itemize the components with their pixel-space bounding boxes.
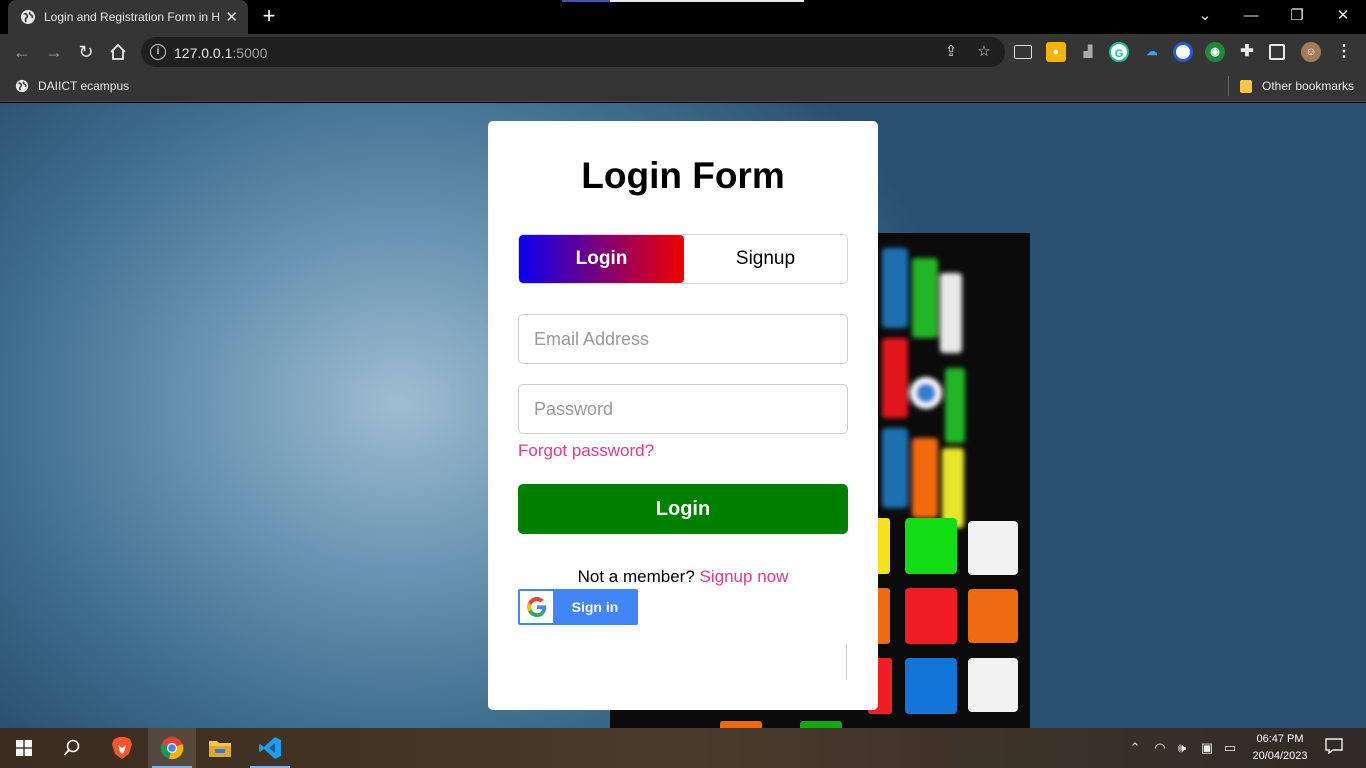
android-extension-icon[interactable]: ◉	[1205, 42, 1225, 62]
clock-date: 20/04/2023	[1252, 750, 1308, 762]
other-bookmarks-label: Other bookmarks	[1262, 79, 1355, 93]
stats-extension-icon[interactable]: ▟	[1078, 42, 1098, 62]
bookmark-daiict[interactable]: DAIICT ecampus	[15, 76, 129, 96]
minimize-button[interactable]: —	[1237, 4, 1265, 28]
windows-logo-icon	[16, 740, 32, 756]
forgot-password-link[interactable]: Forgot password?	[518, 441, 654, 461]
menu-kebab-icon[interactable]: ⋮	[1334, 42, 1354, 62]
tab-strip: Login and Registration Form in H ✕ + ⌄ —…	[0, 0, 1366, 34]
window-drag-region	[562, 0, 804, 2]
signup-prompt: Not a member? Signup now	[488, 567, 878, 587]
clock-time: 06:47 PM	[1256, 733, 1304, 745]
globe-icon	[21, 10, 35, 24]
windows-start-button[interactable]	[0, 728, 48, 768]
home-icon	[110, 43, 126, 60]
email-field[interactable]	[518, 314, 848, 364]
address-bar[interactable]: i 127.0.0.1:5000 ⇪ ☆	[141, 37, 1005, 67]
file-explorer-app[interactable]	[196, 728, 244, 768]
url-text[interactable]: 127.0.0.1:5000	[174, 45, 267, 61]
new-tab-button[interactable]: +	[258, 5, 280, 28]
bookmark-label: DAIICT ecampus	[38, 79, 130, 93]
folder-icon	[1240, 79, 1252, 93]
page-title: Login Form	[581, 155, 785, 196]
bookmarks-separator	[1228, 76, 1229, 96]
chrome-icon	[160, 737, 184, 760]
meet-now-icon[interactable]: ▣	[1198, 738, 1216, 758]
search-button[interactable]	[48, 728, 96, 768]
side-panel-icon[interactable]	[1269, 44, 1285, 60]
google-signin-label: Sign in	[571, 599, 619, 615]
google-logo-icon	[520, 591, 553, 623]
profile-avatar[interactable]: ☺	[1301, 42, 1321, 62]
cloud-extension-icon[interactable]: ☁	[1142, 42, 1162, 62]
login-card: Login Form Login Signup Forgot password?…	[488, 121, 878, 710]
grammarly-icon[interactable]: G	[1109, 42, 1129, 62]
share-icon[interactable]: ⇪	[942, 43, 960, 61]
vscode-icon	[259, 737, 281, 759]
keep-extension-icon[interactable]: ●	[1046, 42, 1066, 62]
tab-login[interactable]: Login	[519, 235, 684, 283]
bookmark-star-icon[interactable]: ☆	[975, 43, 993, 61]
wifi-icon[interactable]: ◠	[1151, 738, 1169, 758]
system-clock[interactable]: 06:47 PM 20/04/2023	[1240, 731, 1320, 765]
page-background: Login Form Login Signup Forgot password?…	[0, 103, 1366, 728]
google-signin-button[interactable]: Sign in	[518, 589, 638, 625]
restore-button[interactable]: ❐	[1283, 4, 1311, 28]
password-field[interactable]	[518, 384, 848, 434]
other-bookmarks-button[interactable]: Other bookmarks	[1240, 76, 1354, 96]
close-tab-icon[interactable]: ✕	[225, 10, 238, 25]
site-info-icon[interactable]: i	[150, 44, 166, 60]
not-member-text: Not a member?	[577, 567, 695, 586]
form-toggle: Login Signup	[518, 234, 848, 284]
close-window-button[interactable]: ✕	[1329, 4, 1357, 28]
reload-button[interactable]: ↻	[74, 40, 98, 64]
target-extension-icon[interactable]	[1173, 42, 1193, 62]
search-icon	[63, 739, 80, 756]
tab-title: Login and Registration Form in H	[44, 10, 220, 24]
folder-icon	[209, 741, 231, 757]
tab-signup[interactable]: Signup	[683, 235, 847, 283]
tab-search-icon[interactable]: ⌄	[1191, 4, 1219, 28]
globe-icon	[15, 79, 29, 93]
battery-icon[interactable]: ▭	[1221, 738, 1239, 758]
notifications-icon[interactable]	[1324, 738, 1344, 758]
signup-now-link[interactable]: Signup now	[700, 567, 789, 586]
brave-app[interactable]	[98, 728, 146, 768]
extensions-puzzle-icon[interactable]: ✚	[1237, 42, 1257, 62]
forward-button[interactable]: →	[42, 40, 66, 64]
bookmarks-bar: DAIICT ecampus Other bookmarks	[0, 70, 1366, 102]
chrome-app[interactable]	[148, 728, 196, 768]
back-button[interactable]: ←	[10, 40, 34, 64]
reading-mode-icon[interactable]	[1014, 45, 1032, 59]
browser-tab[interactable]: Login and Registration Form in H ✕	[8, 0, 248, 34]
vscode-app[interactable]	[246, 728, 294, 768]
home-button[interactable]	[106, 40, 130, 64]
show-hidden-icons-icon[interactable]: ⌃	[1126, 738, 1144, 758]
login-button[interactable]: Login	[518, 484, 848, 534]
volume-icon[interactable]: 🕪	[1173, 738, 1191, 758]
brave-lion-icon	[112, 737, 132, 759]
browser-toolbar: ← → ↻ i 127.0.0.1:5000 ⇪ ☆ ● ▟ G ☁ ◉ ✚ ☺…	[0, 34, 1366, 70]
taskbar: ⌃ ◠ 🕪 ▣ ▭ 06:47 PM 20/04/2023	[0, 728, 1366, 768]
divider	[846, 644, 847, 680]
